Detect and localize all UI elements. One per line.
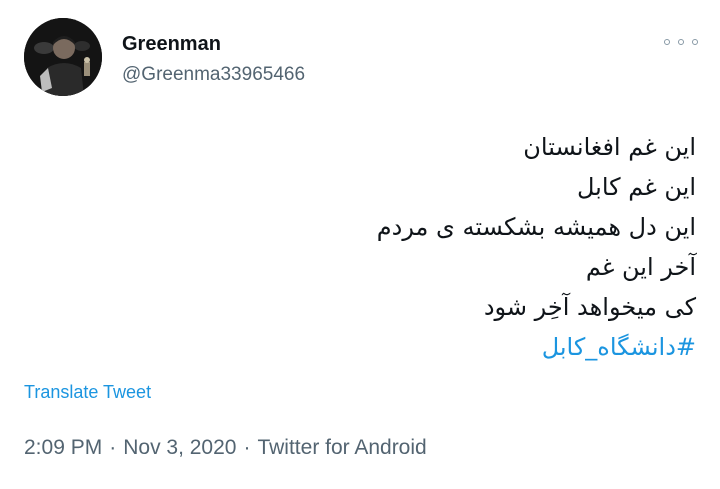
tweet-date[interactable]: Nov 3, 2020 xyxy=(123,436,236,459)
more-button[interactable] xyxy=(664,34,698,50)
tweet-line: کی میخواهد آخِر شود xyxy=(483,293,696,321)
tweet-card: Greenman @Greenma33965466 این غم افغانست… xyxy=(0,0,720,489)
more-dots-icon xyxy=(678,39,684,45)
tweet-time[interactable]: 2:09 PM xyxy=(24,436,102,459)
translate-tweet-link[interactable]: Translate Tweet xyxy=(24,382,151,403)
tweet-text: این غم افغانستان این غم کابل این دل همیش… xyxy=(96,127,696,367)
hashtag-link[interactable]: #دانشگاه_کابل xyxy=(96,327,696,367)
tweet-source[interactable]: Twitter for Android xyxy=(257,436,426,459)
avatar-image xyxy=(24,18,102,96)
tweet-line: این غم کابل xyxy=(577,173,696,201)
meta-separator: · xyxy=(243,436,251,459)
user-handle[interactable]: @Greenma33965466 xyxy=(122,64,305,86)
tweet-line: این غم افغانستان xyxy=(523,133,696,161)
tweet-line: آخر این غم xyxy=(585,253,696,281)
more-dots-icon xyxy=(692,39,698,45)
display-name[interactable]: Greenman xyxy=(122,33,221,56)
tweet-line: این دل همیشه بشکسته ی مردم xyxy=(376,213,696,241)
tweet-meta: 2:09 PM · Nov 3, 2020 · Twitter for Android xyxy=(24,436,427,460)
more-dots-icon xyxy=(664,39,670,45)
meta-separator: · xyxy=(109,436,117,459)
avatar[interactable] xyxy=(24,18,102,96)
